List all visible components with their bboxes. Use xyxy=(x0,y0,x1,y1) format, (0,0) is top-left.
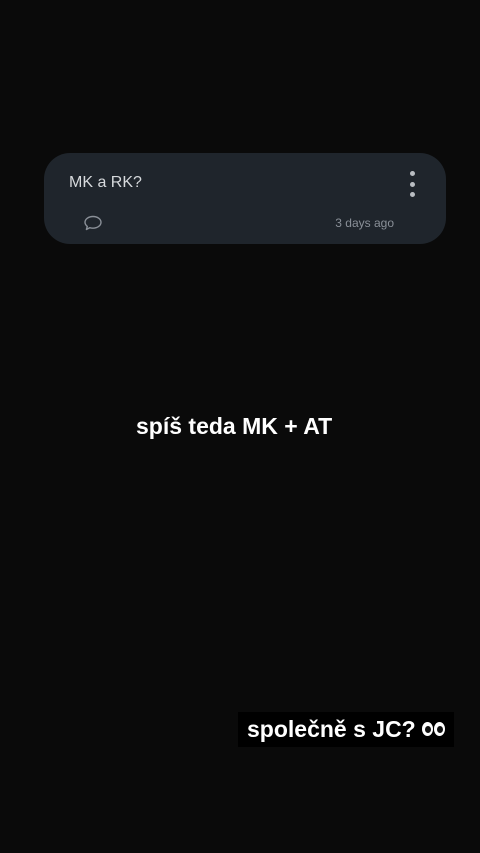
more-options-button[interactable] xyxy=(400,171,424,197)
question-card[interactable]: MK a RK? 3 days ago xyxy=(44,153,446,244)
comment-bubble-icon[interactable] xyxy=(83,215,103,231)
more-vertical-icon-dot xyxy=(409,171,415,176)
question-text: MK a RK? xyxy=(69,174,142,191)
more-vertical-icon-dot xyxy=(409,181,415,187)
eyes-emoji-icon xyxy=(421,722,445,736)
more-vertical-icon-dot xyxy=(409,192,415,197)
text-sticker-second[interactable]: společně s JC? xyxy=(238,712,454,747)
eye-left xyxy=(421,722,433,736)
text-sticker-first[interactable]: spíš teda MK + AT xyxy=(136,412,332,440)
eye-right xyxy=(433,722,445,736)
text-sticker-second-label: společně s JC? xyxy=(247,716,416,742)
timestamp: 3 days ago xyxy=(335,216,394,230)
